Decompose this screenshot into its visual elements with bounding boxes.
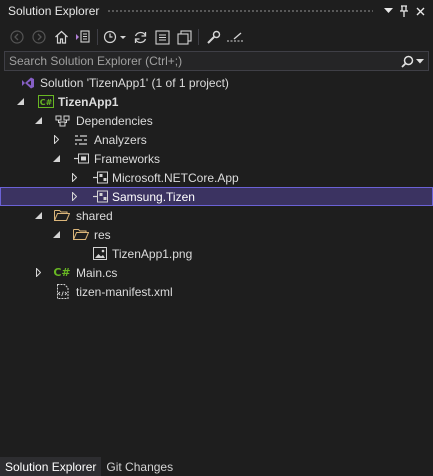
main-cs-label: Main.cs: [76, 265, 118, 280]
tree-item-manifest[interactable]: tizen-manifest.xml: [0, 282, 433, 301]
project-label: TizenApp1: [58, 94, 119, 109]
window-title: Solution Explorer: [8, 4, 100, 18]
tree-item-dependencies[interactable]: Dependencies: [0, 111, 433, 130]
collapsed-chevron-icon[interactable]: [68, 168, 80, 187]
forward-icon[interactable]: [28, 26, 50, 48]
expanded-chevron-icon[interactable]: [50, 149, 62, 168]
pin-icon[interactable]: [397, 3, 411, 19]
expanded-chevron-icon[interactable]: [32, 206, 44, 225]
framework-reference-icon: [92, 170, 108, 186]
tree-item-res[interactable]: res: [0, 225, 433, 244]
visual-studio-solution-icon: [20, 75, 36, 91]
manifest-label: tizen-manifest.xml: [76, 284, 173, 299]
title-actions: [381, 3, 433, 19]
search-input[interactable]: [5, 53, 401, 69]
solution-tree: Solution 'TizenApp1' (1 of 1 project) C#…: [0, 73, 433, 301]
framework-reference-icon: [92, 189, 108, 205]
home-icon[interactable]: [50, 26, 72, 48]
expanded-chevron-icon[interactable]: [14, 92, 26, 111]
tree-item-analyzers[interactable]: Analyzers: [0, 130, 433, 149]
pending-changes-filter-icon[interactable]: [101, 26, 129, 48]
tab-solution-explorer[interactable]: Solution Explorer: [0, 457, 102, 476]
collapsed-chevron-icon[interactable]: [50, 130, 62, 149]
image-file-icon: [92, 246, 108, 262]
dependencies-label: Dependencies: [76, 113, 153, 128]
sync-icon[interactable]: [129, 26, 151, 48]
search-box: [4, 51, 429, 71]
shared-label: shared: [76, 208, 113, 223]
solution-label: Solution 'TizenApp1' (1 of 1 project): [40, 75, 229, 90]
tree-item-frameworks[interactable]: Frameworks: [0, 149, 433, 168]
tree-item-project[interactable]: C# TizenApp1: [0, 92, 433, 111]
search-icons: [401, 55, 428, 68]
title-bar: Solution Explorer: [0, 0, 433, 22]
title-grip[interactable]: [107, 8, 373, 14]
analyzers-icon: [73, 132, 89, 148]
expanded-chevron-icon[interactable]: [50, 225, 62, 244]
window-options-dropdown-icon[interactable]: [381, 3, 395, 19]
dependencies-icon: [54, 113, 70, 129]
png-label: TizenApp1.png: [112, 246, 193, 261]
expanded-chevron-icon[interactable]: [32, 111, 44, 130]
toolbar: [0, 24, 433, 50]
tree-item-solution[interactable]: Solution 'TizenApp1' (1 of 1 project): [0, 73, 433, 92]
collapse-all-icon[interactable]: [151, 26, 173, 48]
search-options-dropdown-icon[interactable]: [416, 58, 424, 64]
csharp-file-icon: C#: [53, 266, 71, 279]
xml-file-icon: [54, 284, 70, 300]
tree-item-png[interactable]: TizenApp1.png: [0, 244, 433, 263]
open-folder-icon: [54, 208, 70, 224]
frameworks-icon: [73, 151, 89, 167]
tree-item-netcore[interactable]: Microsoft.NETCore.App: [0, 168, 433, 187]
samsung-tizen-label: Samsung.Tizen: [112, 189, 195, 204]
preview-selected-items-icon[interactable]: [224, 26, 246, 48]
analyzers-label: Analyzers: [94, 132, 147, 147]
svg-text:C#: C#: [40, 98, 53, 107]
frameworks-label: Frameworks: [94, 151, 161, 166]
tab-git-changes[interactable]: Git Changes: [101, 457, 178, 476]
tree-item-main-cs[interactable]: C# Main.cs: [0, 263, 433, 282]
res-label: res: [94, 227, 111, 242]
toolbar-separator: [97, 29, 98, 45]
toolbar-separator: [198, 29, 199, 45]
close-icon[interactable]: [413, 3, 427, 19]
back-icon[interactable]: [6, 26, 28, 48]
switch-views-icon[interactable]: [72, 26, 94, 48]
bottom-tab-strip: Solution Explorer Git Changes: [0, 456, 433, 476]
open-folder-icon: [73, 227, 89, 243]
collapsed-chevron-icon[interactable]: [68, 187, 80, 206]
show-all-files-icon[interactable]: [173, 26, 195, 48]
tree-item-samsung-tizen[interactable]: Samsung.Tizen: [0, 187, 433, 206]
search-icon[interactable]: [401, 55, 414, 68]
collapsed-chevron-icon[interactable]: [32, 263, 44, 282]
tree-item-shared[interactable]: shared: [0, 206, 433, 225]
netcore-label: Microsoft.NETCore.App: [112, 170, 239, 185]
csharp-project-icon: C#: [38, 94, 54, 110]
properties-wrench-icon[interactable]: [202, 26, 224, 48]
